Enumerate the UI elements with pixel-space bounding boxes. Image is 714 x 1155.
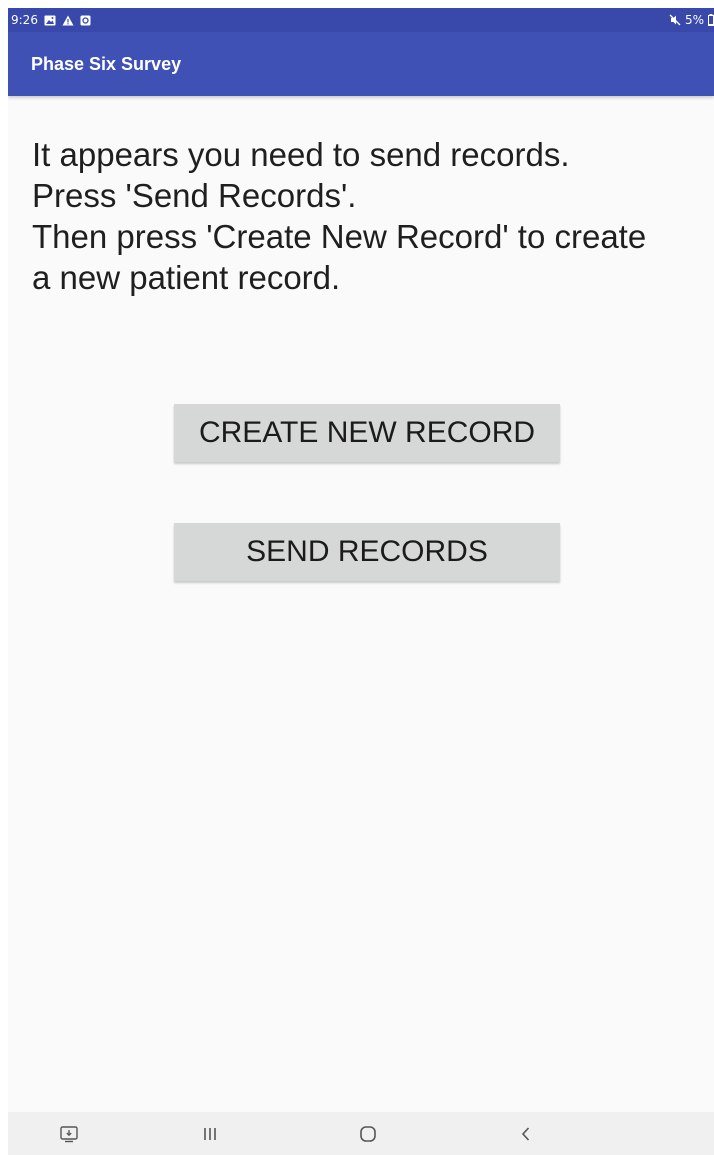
status-right: 5% [669,8,714,32]
recent-apps-icon[interactable] [180,1112,240,1155]
app-bar: Phase Six Survey [8,32,714,96]
message-line: a new patient record. [32,259,341,296]
battery-icon [708,14,714,26]
mute-icon [669,14,681,26]
status-time: 9:26 [11,13,38,27]
gallery-icon [44,15,56,26]
status-bar: 9:26 5% [8,8,714,32]
device-screen: 9:26 5% Phase Six Survey It appears you … [8,8,714,1155]
warning-icon [62,15,74,26]
send-records-button[interactable]: SEND RECORDS [174,523,560,581]
message-line: It appears you need to send records. [32,136,570,173]
back-icon[interactable] [496,1112,556,1155]
status-left: 9:26 [11,8,91,32]
message-line: Press 'Send Records'. [32,177,357,214]
home-icon[interactable] [338,1112,398,1155]
screen-cast-icon[interactable] [39,1112,99,1155]
sync-icon [80,15,91,26]
create-new-record-button[interactable]: CREATE NEW RECORD [174,404,560,462]
navigation-bar [8,1112,714,1155]
battery-percent: 5% [684,13,704,27]
message-line: Then press 'Create New Record' to create [32,218,647,255]
app-title: Phase Six Survey [31,54,182,74]
instruction-message: It appears you need to send records. Pre… [32,134,708,298]
